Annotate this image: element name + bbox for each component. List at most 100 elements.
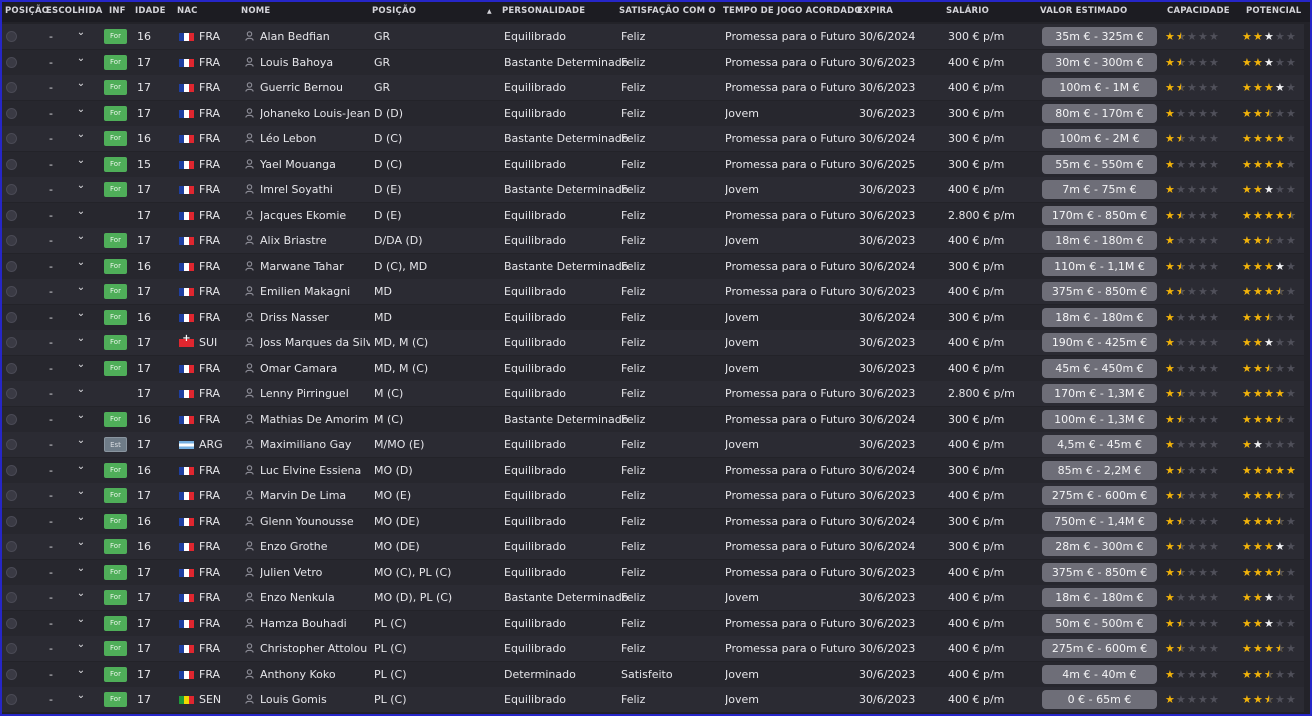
chevron-down-icon[interactable]: ⌄	[76, 560, 86, 585]
estimated-value[interactable]: 275m € - 600m €	[1042, 639, 1157, 658]
select-radio-icon[interactable]	[6, 82, 17, 93]
chevron-down-icon[interactable]: ⌄	[76, 611, 86, 636]
status-badge[interactable]: For	[104, 539, 127, 554]
chevron-down-icon[interactable]: ⌄	[76, 534, 86, 559]
table-row[interactable]: - ⌄ For 16 FRA Driss Nasser MD Equilibrado Feliz…	[2, 304, 1310, 330]
player-name[interactable]: Emilien Makagni	[260, 279, 370, 304]
select-radio-icon[interactable]	[6, 388, 17, 399]
column-header-potential[interactable]: POTENCIAL	[1246, 2, 1301, 22]
column-header-position[interactable]: POSIÇÃO	[5, 2, 49, 22]
status-badge[interactable]: For	[104, 564, 127, 580]
chevron-down-icon[interactable]: ⌄	[76, 509, 86, 534]
chevron-down-icon[interactable]: ⌄	[76, 636, 86, 661]
status-badge[interactable]: For	[104, 80, 127, 95]
column-header-personality[interactable]: PERSONALIDADE	[502, 2, 585, 22]
choice-value[interactable]: -	[46, 432, 56, 457]
estimated-value[interactable]: 50m € - 500m €	[1042, 613, 1157, 633]
status-badge[interactable]: For	[104, 590, 127, 605]
chevron-down-icon[interactable]: ⌄	[76, 662, 86, 687]
select-radio-icon[interactable]	[6, 515, 17, 527]
player-name[interactable]: Anthony Koko	[260, 662, 370, 687]
choice-value[interactable]: -	[46, 356, 56, 381]
status-badge[interactable]: For	[104, 309, 127, 325]
column-header-ability[interactable]: CAPACIDADE	[1167, 2, 1230, 22]
chevron-down-icon[interactable]: ⌄	[76, 687, 86, 712]
chevron-down-icon[interactable]: ⌄	[76, 407, 86, 432]
select-radio-icon[interactable]	[6, 439, 17, 450]
choice-value[interactable]: -	[46, 687, 56, 712]
choice-value[interactable]: -	[46, 305, 56, 330]
table-row[interactable]: - ⌄ For 17 FRA Omar Camara MD, M (C) Equilibrad…	[2, 355, 1310, 381]
column-header-expires[interactable]: EXPIRA	[857, 2, 893, 22]
status-badge[interactable]: For	[104, 233, 127, 248]
estimated-value[interactable]: 100m € - 1M €	[1042, 78, 1157, 97]
select-radio-icon[interactable]	[6, 209, 17, 221]
table-row[interactable]: - ⌄ For 17 FRA Christopher Attolou PL (C) Equil…	[2, 636, 1310, 661]
player-name[interactable]: Alix Briastre	[260, 228, 370, 253]
choice-value[interactable]: -	[46, 611, 56, 636]
estimated-value[interactable]: 18m € - 180m €	[1042, 588, 1157, 607]
select-radio-icon[interactable]	[6, 413, 17, 425]
status-badge[interactable]: For	[104, 284, 127, 299]
player-name[interactable]: Julien Vetro	[260, 560, 370, 585]
choice-value[interactable]: -	[46, 534, 56, 559]
table-row[interactable]: - ⌄ For 17 FRA Imrel Soyathi D (E) Bastante Det…	[2, 177, 1310, 202]
estimated-value[interactable]: 45m € - 450m €	[1042, 358, 1157, 378]
choice-value[interactable]: -	[46, 636, 56, 661]
choice-value[interactable]: -	[46, 203, 56, 228]
column-header-value[interactable]: VALOR ESTIMADO	[1040, 2, 1127, 22]
status-badge[interactable]: For	[104, 29, 127, 44]
select-radio-icon[interactable]	[6, 592, 17, 603]
table-row[interactable]: - ⌄ For 16 FRA Marwane Tahar D (C), MD Bastante…	[2, 253, 1310, 279]
column-header-playtime[interactable]: TEMPO DE JOGO ACORDADO	[723, 2, 862, 22]
player-name[interactable]: Marvin De Lima	[260, 483, 370, 508]
table-row[interactable]: - ⌄ For 16 FRA Léo Lebon D (C) Bastante Determi…	[2, 126, 1310, 151]
table-row[interactable]: - ⌄ For 17 FRA Guerric Bernou GR Equilibrado Fel…	[2, 75, 1310, 100]
estimated-value[interactable]: 170m € - 1,3M €	[1042, 384, 1157, 403]
player-name[interactable]: Marwane Tahar	[260, 254, 370, 279]
chevron-down-icon[interactable]: ⌄	[76, 228, 86, 253]
status-badge[interactable]: For	[104, 360, 127, 376]
chevron-down-icon[interactable]: ⌄	[76, 330, 86, 355]
chevron-down-icon[interactable]: ⌄	[76, 279, 86, 304]
select-radio-icon[interactable]	[6, 158, 17, 170]
choice-value[interactable]: -	[46, 662, 56, 687]
select-radio-icon[interactable]	[6, 31, 17, 42]
status-badge[interactable]: For	[104, 335, 127, 350]
status-badge[interactable]: For	[104, 156, 127, 172]
player-name[interactable]: Louis Gomis	[260, 687, 370, 712]
scrollbar[interactable]	[1304, 22, 1310, 714]
select-radio-icon[interactable]	[6, 286, 17, 297]
player-name[interactable]: Enzo Grothe	[260, 534, 370, 559]
chevron-down-icon[interactable]: ⌄	[76, 254, 86, 279]
select-radio-icon[interactable]	[6, 337, 17, 348]
status-badge[interactable]: For	[104, 105, 127, 121]
estimated-value[interactable]: 190m € - 425m €	[1042, 333, 1157, 352]
table-row[interactable]: - ⌄ For 17 FRA Emilien Makagni MD Equilibrado Fe…	[2, 279, 1310, 304]
estimated-value[interactable]: 4,5m € - 45m €	[1042, 435, 1157, 454]
table-row[interactable]: - ⌄ 17 FRA Lenny Pirringuel M (C) Equilibrado F…	[2, 381, 1310, 406]
player-name[interactable]: Driss Nasser	[260, 305, 370, 330]
estimated-value[interactable]: 375m € - 850m €	[1042, 562, 1157, 582]
choice-value[interactable]: -	[46, 407, 56, 432]
estimated-value[interactable]: 4m € - 40m €	[1042, 664, 1157, 684]
status-badge[interactable]: For	[104, 692, 127, 707]
column-header-nat[interactable]: NAC	[177, 2, 198, 22]
status-badge[interactable]: For	[104, 462, 127, 478]
choice-value[interactable]: -	[46, 585, 56, 610]
player-name[interactable]: Maximiliano Gay	[260, 432, 370, 457]
select-radio-icon[interactable]	[6, 184, 17, 195]
select-radio-icon[interactable]	[6, 694, 17, 705]
chevron-down-icon[interactable]: ⌄	[76, 126, 86, 151]
choice-value[interactable]: -	[46, 177, 56, 202]
status-badge[interactable]: For	[104, 488, 127, 503]
table-row[interactable]: - ⌄ For 15 FRA Yael Mouanga D (C) Equilibrado Fe…	[2, 151, 1310, 177]
player-name[interactable]: Jacques Ekomie	[260, 203, 370, 228]
estimated-value[interactable]: 110m € - 1,1M €	[1042, 256, 1157, 276]
select-radio-icon[interactable]	[6, 566, 17, 578]
chevron-down-icon[interactable]: ⌄	[76, 177, 86, 202]
column-header-inf[interactable]: INF	[109, 2, 126, 22]
chevron-down-icon[interactable]: ⌄	[76, 152, 86, 177]
status-badge[interactable]: For	[104, 258, 127, 274]
chevron-down-icon[interactable]: ⌄	[76, 356, 86, 381]
